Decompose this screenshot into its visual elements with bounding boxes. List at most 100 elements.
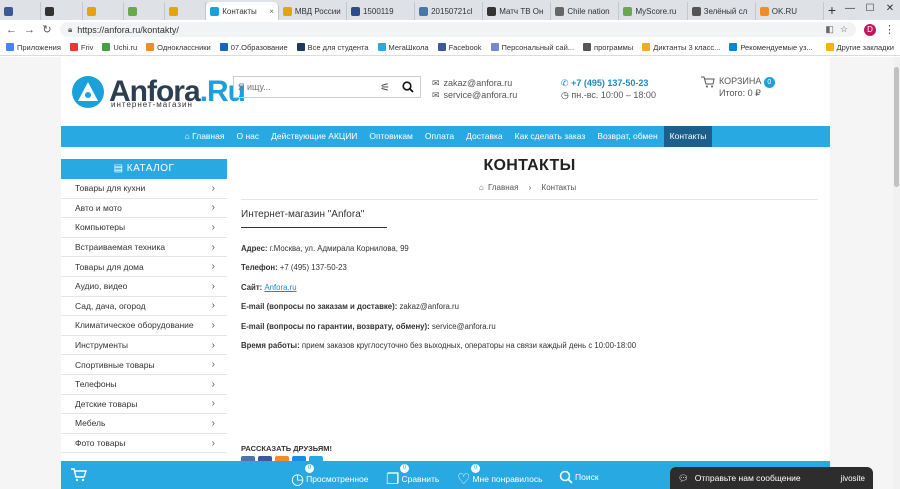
bookmark-item[interactable]: Рекомендуемые уз... xyxy=(729,42,813,52)
close-icon[interactable]: ✕ xyxy=(880,0,900,20)
bottom-cart-button[interactable] xyxy=(65,461,93,489)
menu-item[interactable]: Как сделать заказ xyxy=(509,126,592,147)
catalog-item[interactable]: Мебель › xyxy=(61,414,227,434)
catalog-item[interactable]: Авто и мото › xyxy=(61,199,227,219)
browser-tab[interactable]: 20150721cl xyxy=(415,2,484,20)
bookmark-item[interactable]: 07.Образование xyxy=(219,43,288,52)
catalog-item[interactable]: Спортивные товары › xyxy=(61,355,227,375)
maximize-icon[interactable]: ☐ xyxy=(860,0,880,20)
page-scrollbar[interactable] xyxy=(893,57,900,489)
scrollbar-thumb[interactable] xyxy=(894,67,899,187)
chat-label: Отправьте нам сообщение xyxy=(694,473,801,483)
new-tab-button[interactable]: + xyxy=(824,2,840,20)
catalog-item[interactable]: Сад, дача, огород › xyxy=(61,297,227,317)
search-input[interactable] xyxy=(234,77,374,97)
catalog-item[interactable]: Фото товары › xyxy=(61,434,227,454)
catalog-item[interactable]: Инструменты › xyxy=(61,336,227,356)
catalog-item[interactable]: Встраиваемая техника › xyxy=(61,238,227,258)
menu-item[interactable]: Возврат, обмен xyxy=(591,126,663,147)
reload-icon[interactable]: ↻ xyxy=(42,23,52,36)
address-bar[interactable]: 🔒︎ https://anfora.ru/kontakty/ ◧ ☆ xyxy=(60,22,856,37)
phone-number[interactable]: +7 (495) 137-50-23 xyxy=(571,78,648,88)
email-orders-value[interactable]: zakaz@anfora.ru xyxy=(400,302,460,311)
header-cart[interactable]: КОРЗИНА 0 Итого: 0 ₽ xyxy=(701,76,775,99)
catalog-item[interactable]: Компьютеры › xyxy=(61,218,227,238)
liked-button[interactable]: ♡ 0 Мне понравилось xyxy=(457,464,543,488)
email-returns-value[interactable]: service@anfora.ru xyxy=(432,322,496,331)
cart-icon xyxy=(701,76,715,88)
cart-total: Итого: 0 ₽ xyxy=(719,88,761,98)
phone-value: +7 (495) 137-50-23 xyxy=(279,263,347,273)
bookmark-item[interactable]: программы xyxy=(583,43,633,52)
browser-tab[interactable]: 1500119 xyxy=(347,2,416,20)
bookmark-item[interactable]: МегаШкола xyxy=(377,43,429,52)
mail-icon: ✉ xyxy=(432,78,440,88)
search-bottom-button[interactable]: Поиск xyxy=(559,470,599,484)
bookmark-item[interactable]: Одноклассники xyxy=(146,43,211,52)
menu-item[interactable]: О нас xyxy=(230,126,265,147)
browser-tab[interactable]: MyScore.ru xyxy=(619,2,688,20)
bookmark-favicon-icon xyxy=(490,43,499,51)
browser-tab[interactable]: Зелёный сл xyxy=(688,2,756,20)
browser-tab[interactable]: Chile nation xyxy=(551,2,620,20)
browser-tab[interactable] xyxy=(83,2,124,20)
bookmark-item[interactable]: Friv xyxy=(69,43,93,52)
browser-tab[interactable] xyxy=(124,2,165,20)
bookmark-item[interactable]: Uchi.ru xyxy=(102,43,137,52)
menu-item[interactable]: ⌂ Главная xyxy=(179,126,231,147)
breadcrumb-home[interactable]: Главная xyxy=(488,183,518,192)
browser-tab[interactable]: Контакты × xyxy=(206,2,279,20)
viewed-button[interactable]: ◷ 0 Просмотренное xyxy=(291,464,368,488)
menu-item[interactable]: Действующие АКЦИИ xyxy=(265,126,363,147)
liked-label: Мне понравилось xyxy=(472,474,543,484)
search-button[interactable] xyxy=(396,77,420,97)
search-icon xyxy=(559,470,573,484)
menu-item[interactable]: Контакты xyxy=(663,126,713,147)
browser-tab[interactable] xyxy=(41,2,83,20)
other-bookmarks[interactable]: Другие закладки xyxy=(825,43,894,52)
bookmark-item[interactable]: Диктанты 3 класс... xyxy=(642,43,720,52)
catalog-item[interactable]: Товары для дома › xyxy=(61,257,227,277)
browser-tab[interactable] xyxy=(165,2,207,20)
profile-avatar[interactable]: D xyxy=(864,23,876,36)
email-orders[interactable]: zakaz@anfora.ru xyxy=(444,77,513,89)
browser-tab[interactable] xyxy=(0,2,42,20)
catalog-item[interactable]: Климатическое оборудование › xyxy=(61,316,227,336)
minimize-icon[interactable]: — xyxy=(840,0,860,20)
bookmark-label: Рекомендуемые уз... xyxy=(740,42,813,52)
catalog-item-label: Аудио, видео xyxy=(75,281,128,292)
work-hours: пн.-вс. 10:00 – 18:00 xyxy=(571,90,656,100)
tab-favicon-icon xyxy=(419,6,429,16)
browser-tab[interactable]: Матч ТВ Он xyxy=(483,2,552,20)
menu-item[interactable]: Оплата xyxy=(419,126,460,147)
bookmark-item[interactable]: Персональный сай... xyxy=(490,43,574,52)
browser-tab[interactable]: OK.RU xyxy=(756,2,824,20)
menu-item[interactable]: Оптовикам xyxy=(363,126,418,147)
menu-dots-icon[interactable]: ⋮ xyxy=(884,23,895,36)
back-icon[interactable]: ← xyxy=(6,24,17,36)
compare-label: Сравнить xyxy=(401,474,440,484)
bookmark-favicon-icon xyxy=(377,43,386,51)
filter-icon[interactable]: ⚟ xyxy=(374,81,396,94)
catalog-item[interactable]: Телефоны › xyxy=(61,375,227,395)
compare-button[interactable]: ❐ 0 Сравнить xyxy=(386,464,440,488)
tab-close-icon[interactable]: × xyxy=(269,7,274,16)
forward-icon[interactable]: → xyxy=(24,24,35,36)
address-label: Адрес: xyxy=(241,244,268,253)
bookmark-item[interactable]: Приложения xyxy=(6,43,61,52)
bookmark-item[interactable]: Facebook xyxy=(437,43,482,52)
bookmark-label: Приложения xyxy=(17,42,61,52)
catalog-header[interactable]: ▤ КАТАЛОГ xyxy=(61,159,227,179)
menu-item[interactable]: Доставка xyxy=(460,126,509,147)
site-link[interactable]: Anfora.ru xyxy=(264,283,296,292)
catalog-item[interactable]: Товары для кухни › xyxy=(61,179,227,199)
browser-tab[interactable]: МВД России xyxy=(279,2,347,20)
email-service[interactable]: service@anfora.ru xyxy=(444,89,518,101)
translate-icon[interactable]: ◧ xyxy=(825,24,834,35)
bookmark-item[interactable]: Все для студента xyxy=(296,43,369,52)
bookmark-star-icon[interactable]: ☆ xyxy=(840,24,848,35)
chat-widget[interactable]: 💬︎ Отправьте нам сообщение jivosite xyxy=(670,467,873,489)
catalog-item-label: Фото товары xyxy=(75,438,126,449)
catalog-item[interactable]: Детские товары › xyxy=(61,395,227,415)
catalog-item[interactable]: Аудио, видео › xyxy=(61,277,227,297)
